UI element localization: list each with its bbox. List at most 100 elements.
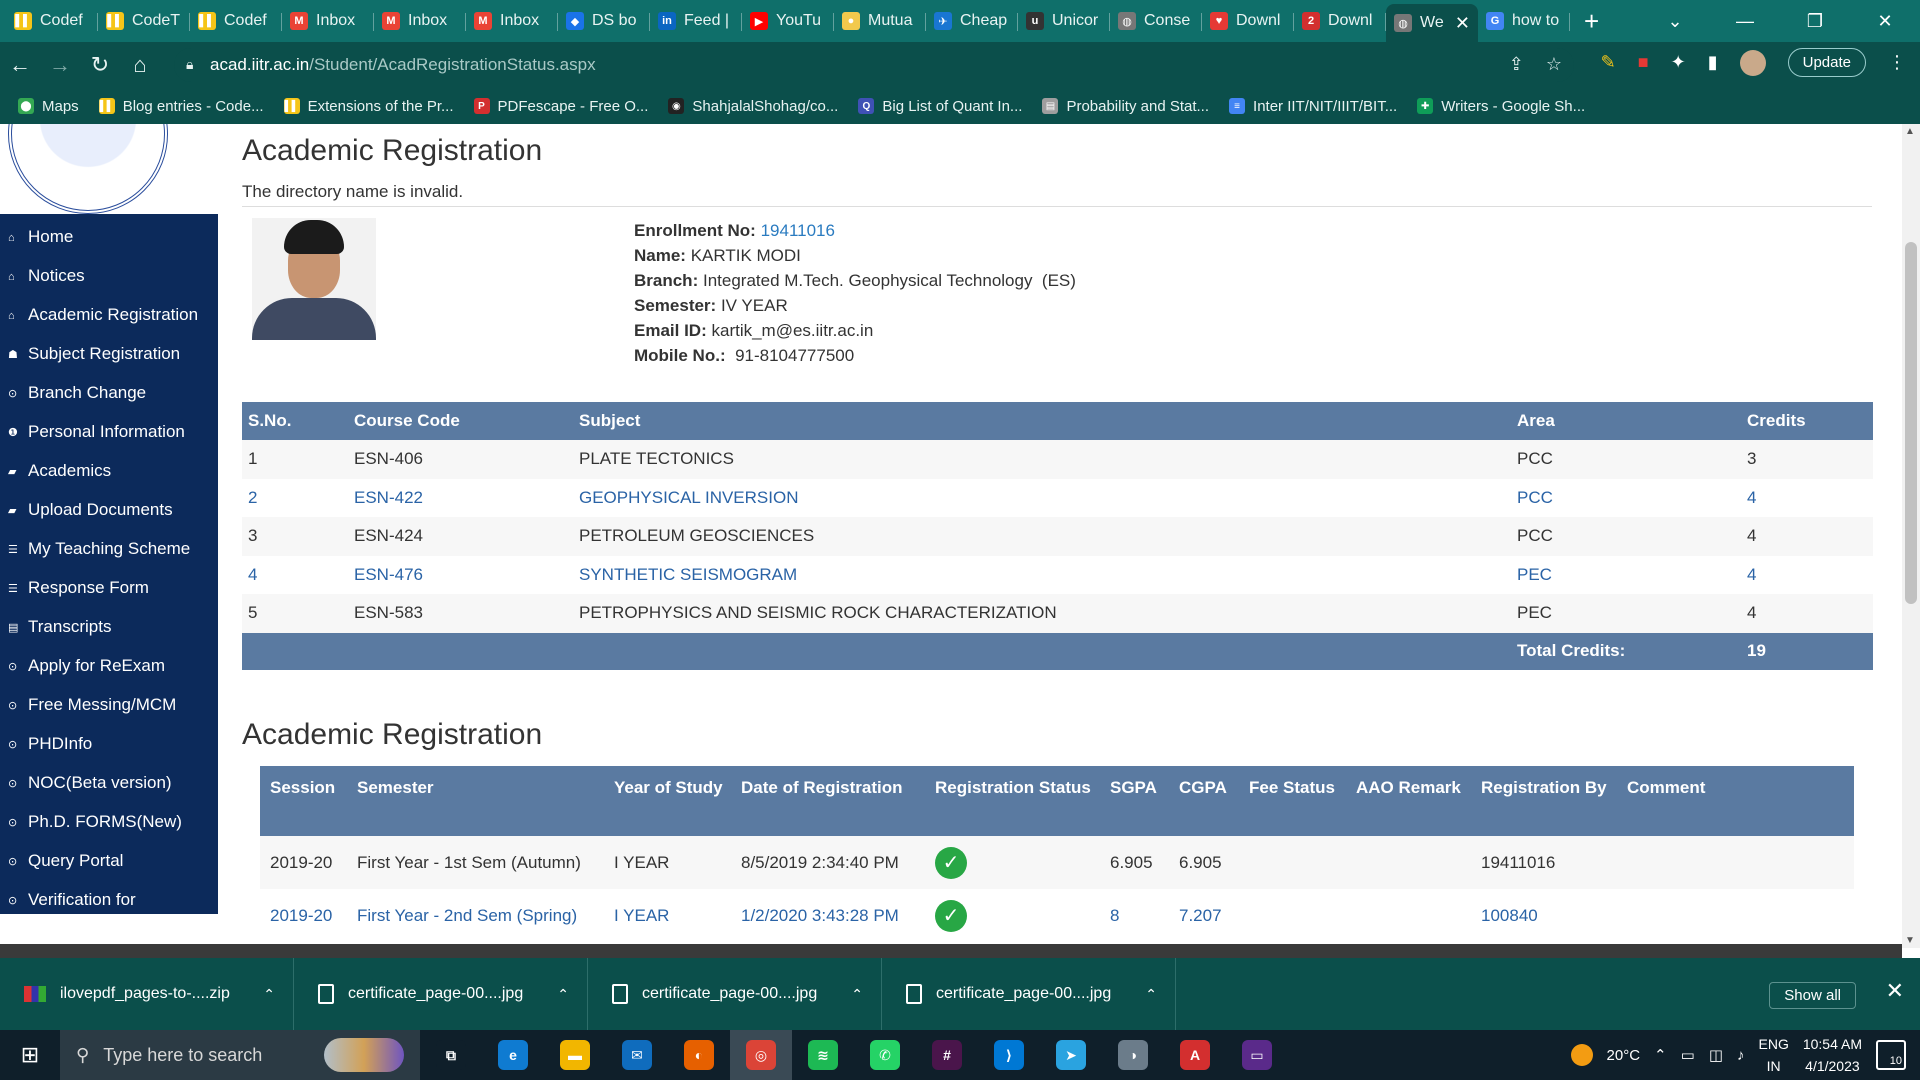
tab[interactable]: ▌▌ Codef bbox=[6, 4, 98, 38]
taskbar-search[interactable]: ⚲ Type here to search bbox=[60, 1030, 420, 1080]
bookmark-item[interactable]: P PDFescape - Free O... bbox=[473, 98, 648, 115]
close-window-button[interactable]: ✕ bbox=[1850, 11, 1920, 32]
sidebar-item-home[interactable]: ⌂ Home bbox=[0, 218, 218, 257]
sidebar-item-personal-information[interactable]: ❶ Personal Information bbox=[0, 413, 218, 452]
tab[interactable]: M Inbox bbox=[374, 4, 466, 38]
chrome-app[interactable]: ◎ bbox=[730, 1030, 792, 1080]
chevron-up-icon[interactable]: ⌃ bbox=[851, 986, 863, 1003]
battery-icon[interactable]: ▭ bbox=[1681, 1046, 1695, 1064]
bookmark-item[interactable]: Q Big List of Quant In... bbox=[858, 98, 1022, 115]
tab[interactable]: in Feed | bbox=[650, 4, 742, 38]
share-icon[interactable]: ⇪ bbox=[1509, 54, 1524, 75]
tab-search-icon[interactable]: ⌄ bbox=[1640, 11, 1710, 32]
scroll-thumb[interactable] bbox=[1905, 242, 1917, 604]
extension-pen-icon[interactable]: ✎ bbox=[1601, 52, 1616, 73]
cortana-app[interactable]: ◑ bbox=[1102, 1030, 1164, 1080]
sidebar-item-academics[interactable]: ▰ Academics bbox=[0, 452, 218, 491]
maximize-button[interactable]: ❐ bbox=[1780, 11, 1850, 32]
horizontal-scrollbar[interactable] bbox=[0, 944, 1902, 958]
tab[interactable]: M Inbox bbox=[466, 4, 558, 38]
bookmark-item[interactable]: ≡ Inter IIT/NIT/IIIT/BIT... bbox=[1229, 98, 1397, 115]
chevron-up-icon[interactable]: ⌃ bbox=[557, 986, 569, 1003]
clock[interactable]: 10:54 AM 4/1/2023 bbox=[1803, 1033, 1862, 1077]
show-all-downloads-button[interactable]: Show all bbox=[1769, 982, 1856, 1009]
sidebar-item-query-portal[interactable]: ⊙ Query Portal bbox=[0, 842, 218, 881]
weather-sun-icon[interactable] bbox=[1570, 1044, 1593, 1066]
sidebar-item-my-teaching-scheme[interactable]: ☰ My Teaching Scheme bbox=[0, 530, 218, 569]
scroll-up-icon[interactable]: ▲ bbox=[1905, 126, 1915, 137]
home-icon[interactable]: ⌂ bbox=[120, 52, 160, 78]
notification-center-icon[interactable]: 10 bbox=[1876, 1040, 1906, 1070]
chevron-up-icon[interactable]: ⌃ bbox=[263, 986, 275, 1003]
tab[interactable]: ◍ We ✕ bbox=[1386, 4, 1478, 42]
tab[interactable]: u Unicor bbox=[1018, 4, 1110, 38]
update-button[interactable]: Update bbox=[1787, 48, 1866, 77]
spotify-app[interactable]: ≋ bbox=[792, 1030, 854, 1080]
file-explorer-app[interactable]: ▬ bbox=[544, 1030, 606, 1080]
vertical-scrollbar[interactable]: ▲ ▼ bbox=[1902, 124, 1920, 948]
sidebar-item-transcripts[interactable]: ▤ Transcripts bbox=[0, 608, 218, 647]
address-bar[interactable]: 🔒︎ acad.iitr.ac.in/Student/AcadRegistrat… bbox=[174, 48, 1574, 82]
chevron-up-icon[interactable]: ⌃ bbox=[1145, 986, 1157, 1003]
profile-avatar[interactable] bbox=[1739, 49, 1766, 76]
close-tab-icon[interactable]: ✕ bbox=[1455, 13, 1470, 34]
tab[interactable]: 2 Downl bbox=[1294, 4, 1386, 38]
forward-arrow-icon[interactable]: → bbox=[40, 52, 80, 78]
telegram-app[interactable]: ➤ bbox=[1040, 1030, 1102, 1080]
bookmark-item[interactable]: ◉ ShahjalalShohag/co... bbox=[668, 98, 838, 115]
tab[interactable]: ● Mutua bbox=[834, 4, 926, 38]
vscode-app[interactable]: ⟩ bbox=[978, 1030, 1040, 1080]
tab[interactable]: ◆ DS bo bbox=[558, 4, 650, 38]
bookmark-item[interactable]: ✚ Writers - Google Sh... bbox=[1417, 98, 1585, 115]
tab[interactable]: ▶ YouTu bbox=[742, 4, 834, 38]
weather-temp[interactable]: 20°C bbox=[1607, 1047, 1641, 1064]
sidebar-item-response-form[interactable]: ☰ Response Form bbox=[0, 569, 218, 608]
network-icon[interactable]: ◫ bbox=[1709, 1046, 1723, 1064]
bookmark-item[interactable]: ▤ Probability and Stat... bbox=[1042, 98, 1209, 115]
edge-app[interactable]: e bbox=[482, 1030, 544, 1080]
bookmark-star-icon[interactable]: ☆ bbox=[1546, 54, 1562, 75]
sidebar-item-noc-beta-version[interactable]: ⊙ NOC(Beta version) bbox=[0, 764, 218, 803]
scroll-down-icon[interactable]: ▼ bbox=[1905, 935, 1915, 946]
sidebar-item-branch-change[interactable]: ⊙ Branch Change bbox=[0, 374, 218, 413]
kebab-menu-icon[interactable]: ⋮ bbox=[1888, 52, 1906, 73]
task-view-app[interactable]: ⧉ bbox=[420, 1030, 482, 1080]
language-indicator[interactable]: ENG IN bbox=[1759, 1033, 1789, 1077]
sidebar-item-ph-d-forms-new[interactable]: ⊙ Ph.D. FORMS(New) bbox=[0, 803, 218, 842]
minimize-button[interactable]: — bbox=[1710, 11, 1780, 32]
tab[interactable]: ▌▌ CodeT bbox=[98, 4, 190, 38]
extension-red-icon[interactable]: ■ bbox=[1638, 52, 1649, 73]
tray-chevron-icon[interactable]: ⌃ bbox=[1654, 1046, 1667, 1064]
slack-app[interactable]: # bbox=[916, 1030, 978, 1080]
sidebar-item-notices[interactable]: ⌂ Notices bbox=[0, 257, 218, 296]
reload-icon[interactable]: ↻ bbox=[80, 52, 120, 78]
tab[interactable]: M Inbox bbox=[282, 4, 374, 38]
download-item[interactable]: certificate_page-00....jpg ⌃ bbox=[882, 958, 1176, 1030]
download-item[interactable]: ilovepdf_pages-to-....zip ⌃ bbox=[0, 958, 294, 1030]
tab[interactable]: ▌▌ Codef bbox=[190, 4, 282, 38]
bookmark-item[interactable]: ▌▌ Extensions of the Pr... bbox=[283, 98, 454, 115]
acrobat-app[interactable]: A bbox=[1164, 1030, 1226, 1080]
sidebar-item-apply-for-reexam[interactable]: ⊙ Apply for ReExam bbox=[0, 647, 218, 686]
terminal-app[interactable]: ▭ bbox=[1226, 1030, 1288, 1080]
volume-icon[interactable]: ♪ bbox=[1737, 1047, 1745, 1064]
side-panel-icon[interactable]: ▮ bbox=[1708, 52, 1718, 73]
download-item[interactable]: certificate_page-00....jpg ⌃ bbox=[294, 958, 588, 1030]
bookmark-item[interactable]: ⬤ Maps bbox=[18, 98, 79, 115]
extensions-puzzle-icon[interactable]: ✦ bbox=[1671, 52, 1686, 73]
tab[interactable]: ◍ Conse bbox=[1110, 4, 1202, 38]
sidebar-item-free-messing-mcm[interactable]: ⊙ Free Messing/MCM bbox=[0, 686, 218, 725]
tab[interactable]: Ghow to bbox=[1478, 4, 1570, 38]
lock-icon[interactable]: 🔒︎ bbox=[186, 56, 193, 73]
sidebar-item-subject-registration[interactable]: ☗ Subject Registration bbox=[0, 335, 218, 374]
whatsapp-app[interactable]: ✆ bbox=[854, 1030, 916, 1080]
tab[interactable]: ♥ Downl bbox=[1202, 4, 1294, 38]
close-downloads-icon[interactable]: ✕ bbox=[1886, 978, 1904, 1004]
sidebar-item-academic-registration[interactable]: ⌂ Academic Registration bbox=[0, 296, 218, 335]
back-arrow-icon[interactable]: ← bbox=[0, 52, 40, 78]
firefox-app[interactable]: ◐ bbox=[668, 1030, 730, 1080]
sidebar-item-phdinfo[interactable]: ⊙ PHDInfo bbox=[0, 725, 218, 764]
sidebar-item-verification-for-convocation[interactable]: ⊙ Verification for Convocation bbox=[0, 881, 218, 943]
bookmark-item[interactable]: ▌▌ Blog entries - Code... bbox=[98, 98, 264, 115]
new-tab-button[interactable]: + bbox=[1584, 2, 1599, 40]
